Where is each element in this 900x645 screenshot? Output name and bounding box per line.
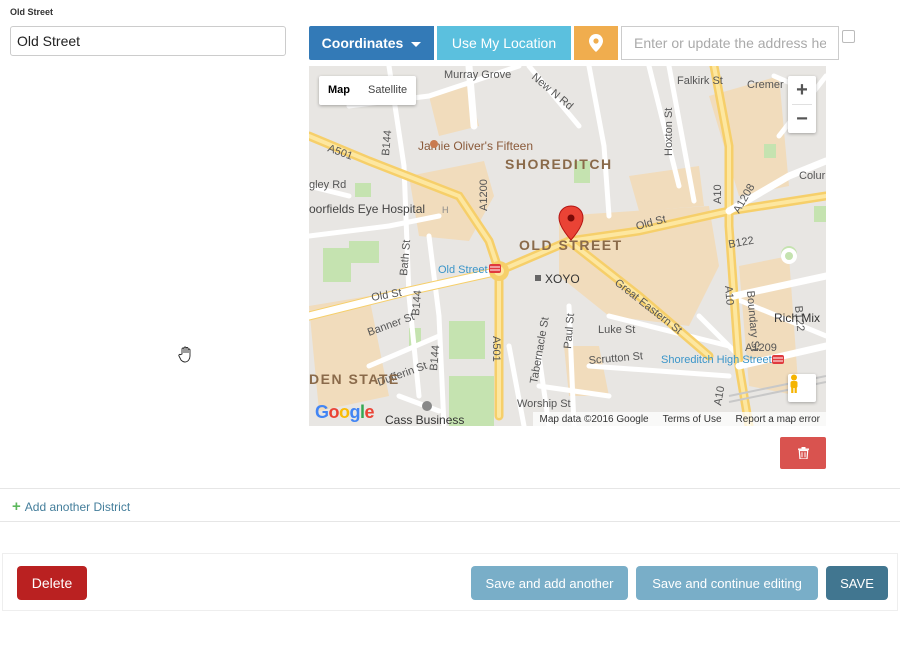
caret-down-icon bbox=[411, 41, 422, 47]
map-label-shoreditch-high-street: Shoreditch High Street bbox=[661, 354, 772, 366]
map-pin-button[interactable] bbox=[574, 26, 618, 60]
use-my-location-button[interactable]: Use My Location bbox=[437, 26, 571, 60]
pegman-icon bbox=[790, 374, 798, 393]
add-another-district-link[interactable]: + Add another District bbox=[12, 498, 130, 515]
save-and-continue-button[interactable]: Save and continue editing bbox=[636, 566, 818, 600]
terms-of-use-link[interactable]: Terms of Use bbox=[663, 414, 722, 425]
map-label-worship-st: Worship St bbox=[517, 398, 571, 410]
map-label-colum: Colur bbox=[799, 170, 826, 182]
education-icon bbox=[422, 401, 432, 411]
map-label-a1200: A1200 bbox=[478, 179, 490, 211]
rail-icon bbox=[489, 264, 501, 273]
map-label-b144-north: B144 bbox=[380, 130, 394, 157]
map-attribution: Map data ©2016 Google Terms of Use Repor… bbox=[533, 412, 826, 426]
row-checkbox[interactable] bbox=[842, 30, 855, 43]
map-label-gley-rd: gley Rd bbox=[309, 179, 346, 191]
trash-icon bbox=[797, 447, 809, 459]
map-label-moorfields: oorfields Eye Hospital bbox=[309, 202, 425, 216]
delete-row-button[interactable] bbox=[780, 437, 826, 469]
address-input[interactable] bbox=[621, 26, 839, 60]
save-and-add-another-button[interactable]: Save and add another bbox=[471, 566, 628, 600]
delete-button[interactable]: Delete bbox=[17, 566, 87, 600]
map-label-b144-lower: B144 bbox=[428, 345, 442, 372]
map-type-satellite-button[interactable]: Satellite bbox=[359, 76, 416, 105]
add-another-label: Add another District bbox=[24, 499, 131, 514]
coordinates-dropdown-button[interactable]: Coordinates bbox=[309, 26, 434, 60]
submit-row: Delete Save and add another Save and con… bbox=[2, 553, 898, 611]
map-label-den-state: DEN STATE bbox=[309, 371, 400, 387]
google-logo: Google bbox=[315, 402, 375, 422]
map-toolbar: Coordinates Use My Location bbox=[309, 26, 839, 60]
map-label-a501-south: A501 bbox=[490, 336, 502, 362]
name-input[interactable] bbox=[10, 26, 286, 56]
map-label-old-street-station: Old Street bbox=[438, 264, 488, 276]
map[interactable]: Murray Grove New N Rd Falkirk St Cremer … bbox=[309, 66, 826, 426]
plus-icon: + bbox=[12, 498, 21, 515]
report-map-error-link[interactable]: Report a map error bbox=[736, 414, 820, 425]
map-label-shoreditch: SHOREDITCH bbox=[505, 156, 613, 172]
map-label-luke-st: Luke St bbox=[598, 324, 635, 336]
zoom-in-button[interactable]: + bbox=[788, 76, 816, 104]
save-button[interactable]: SAVE bbox=[826, 566, 888, 600]
divider bbox=[0, 521, 900, 522]
map-data-text: Map data ©2016 Google bbox=[539, 413, 649, 425]
map-label-a10-north: A10 bbox=[712, 184, 724, 204]
map-label-rich-mix: Rich Mix bbox=[774, 311, 820, 325]
field-label: Old Street bbox=[10, 7, 54, 17]
map-label-cremer: Cremer bbox=[747, 79, 784, 91]
map-label-a10-middle: A10 bbox=[722, 285, 736, 306]
street-view-button[interactable] bbox=[788, 374, 816, 402]
rail-icon-shoreditch bbox=[772, 355, 784, 364]
map-label-hospital-symbol: H bbox=[442, 205, 449, 215]
map-label-falkirk-st: Falkirk St bbox=[677, 75, 723, 87]
map-label-xoyo: XOYO bbox=[545, 272, 580, 286]
map-type-control: Map Satellite bbox=[319, 76, 417, 105]
zoom-out-button[interactable]: − bbox=[788, 105, 816, 133]
divider bbox=[0, 488, 900, 489]
map-label-murray-grove: Murray Grove bbox=[444, 69, 511, 81]
map-type-map-button[interactable]: Map bbox=[319, 76, 359, 105]
zoom-control: + − bbox=[788, 76, 816, 133]
restaurant-icon bbox=[430, 140, 438, 148]
map-label-hoxton-st: Hoxton St bbox=[663, 108, 675, 156]
map-label-a1209: A1209 bbox=[745, 342, 777, 354]
map-canvas[interactable]: Murray Grove New N Rd Falkirk St Cremer … bbox=[309, 66, 826, 426]
coordinates-label: Coordinates bbox=[321, 35, 404, 51]
map-label-cass-business: Cass Business bbox=[385, 413, 464, 426]
venue-icon bbox=[535, 275, 541, 281]
map-marker-icon bbox=[589, 34, 603, 52]
hand-cursor-icon bbox=[178, 346, 191, 363]
